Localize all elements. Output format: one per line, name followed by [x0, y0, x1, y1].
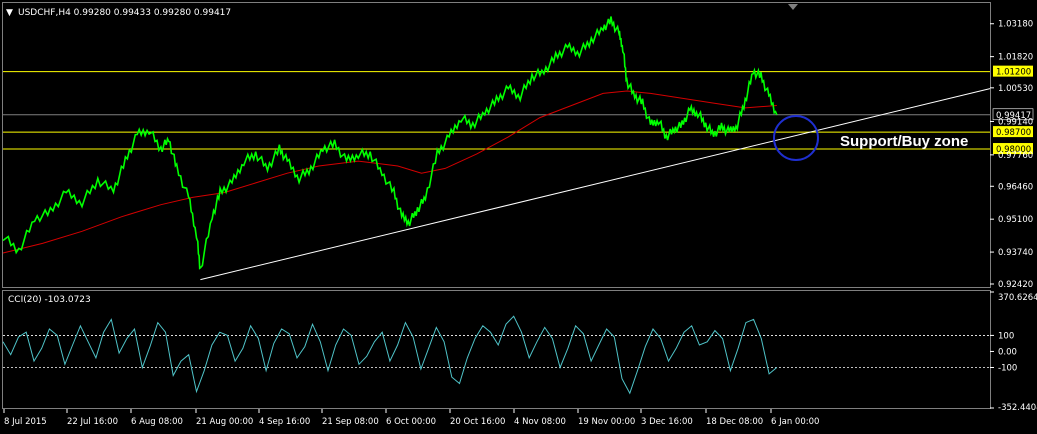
time-axis-label: 19 Nov 00:00 — [578, 417, 635, 427]
time-axis-label: 22 Jul 16:00 — [67, 417, 118, 427]
price-axis-label: 0.95100 — [998, 215, 1033, 225]
price-axis-label: 0.92420 — [998, 280, 1033, 290]
price-axis-label: 1.00530 — [998, 84, 1033, 94]
level-tag-label: 1.01200 — [996, 68, 1031, 78]
price-axis-label: 0.93740 — [998, 248, 1033, 258]
time-axis-label: 3 Dec 16:00 — [641, 417, 693, 427]
price-axis-label: 1.01820 — [998, 53, 1033, 63]
time-axis-label: 6 Oct 00:00 — [386, 417, 436, 427]
cci-panel-frame — [2, 290, 991, 409]
price-axis-label: 0.97760 — [998, 151, 1033, 161]
cci-axis-label: 100 — [998, 331, 1014, 341]
time-axis-label: 8 Jul 2015 — [4, 417, 47, 427]
chart-window: ▼ USDCHF,H4 0.99280 0.99433 0.99280 0.99… — [2, 2, 1037, 427]
time-axis-label: 18 Dec 08:00 — [706, 417, 763, 427]
symbol-header: USDCHF,H4 0.99280 0.99433 0.99280 0.9941… — [18, 8, 231, 18]
price-axis-label: 0.96460 — [998, 182, 1033, 192]
cci-label: CCI(20) -103.0723 — [8, 295, 91, 305]
cci-axis-label: -352.4404 — [998, 403, 1037, 413]
cci-axis-label: 0.00 — [998, 347, 1017, 357]
price-axis-label: 0.99140 — [998, 117, 1033, 127]
collapse-arrow-icon[interactable]: ▼ — [6, 8, 13, 18]
time-axis-label: 21 Aug 00:00 — [196, 417, 253, 427]
level-tag-label: 0.98700 — [996, 128, 1031, 138]
time-axis-label: 20 Oct 16:00 — [450, 417, 505, 427]
price-axis-label: 1.03180 — [998, 20, 1033, 30]
support-buy-zone-label: Support/Buy zone — [840, 133, 968, 150]
time-axis-label: 6 Aug 08:00 — [131, 417, 183, 427]
time-axis-label: 21 Sep 08:00 — [322, 417, 379, 427]
time-axis-label: 6 Jan 00:00 — [771, 417, 819, 427]
time-axis-label: 4 Nov 08:00 — [514, 417, 566, 427]
cci-axis-label: -100 — [998, 364, 1017, 374]
time-axis-label: 4 Sep 16:00 — [259, 417, 310, 427]
cci-axis-label: 370.6264 — [998, 293, 1037, 303]
